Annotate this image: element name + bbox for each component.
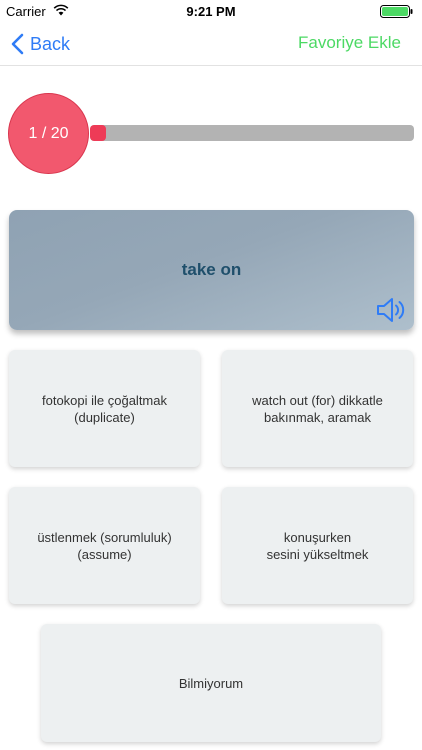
answer-option-4[interactable]: konuşurken sesini yükseltmek bbox=[222, 487, 413, 604]
answer-option-2[interactable]: watch out (for) dikkatle bakınmak, arama… bbox=[222, 350, 413, 467]
speaker-icon[interactable] bbox=[375, 295, 409, 325]
dont-know-button[interactable]: Bilmiyorum bbox=[41, 624, 381, 742]
question-word: take on bbox=[181, 260, 242, 279]
chevron-left-icon bbox=[11, 33, 24, 55]
word-card: take on bbox=[9, 210, 414, 330]
back-button[interactable]: Back bbox=[10, 31, 70, 57]
battery-icon bbox=[380, 5, 413, 18]
answer-option-1[interactable]: fotokopi ile çoğaltmak (duplicate) bbox=[9, 350, 200, 467]
status-bar: Carrier 9:21 PM bbox=[0, 0, 422, 22]
status-time: 9:21 PM bbox=[186, 4, 236, 19]
answer-option-3[interactable]: üstlenmek (sorumluluk) (assume) bbox=[9, 487, 200, 604]
question-counter: 1 / 20 bbox=[8, 93, 89, 174]
progress-fill bbox=[90, 125, 107, 141]
add-favorite-button[interactable]: Favoriye Ekle bbox=[298, 33, 401, 53]
progress-bar bbox=[90, 125, 414, 141]
back-label: Back bbox=[30, 33, 71, 54]
navigation-bar: Back Favoriye Ekle bbox=[0, 22, 422, 66]
